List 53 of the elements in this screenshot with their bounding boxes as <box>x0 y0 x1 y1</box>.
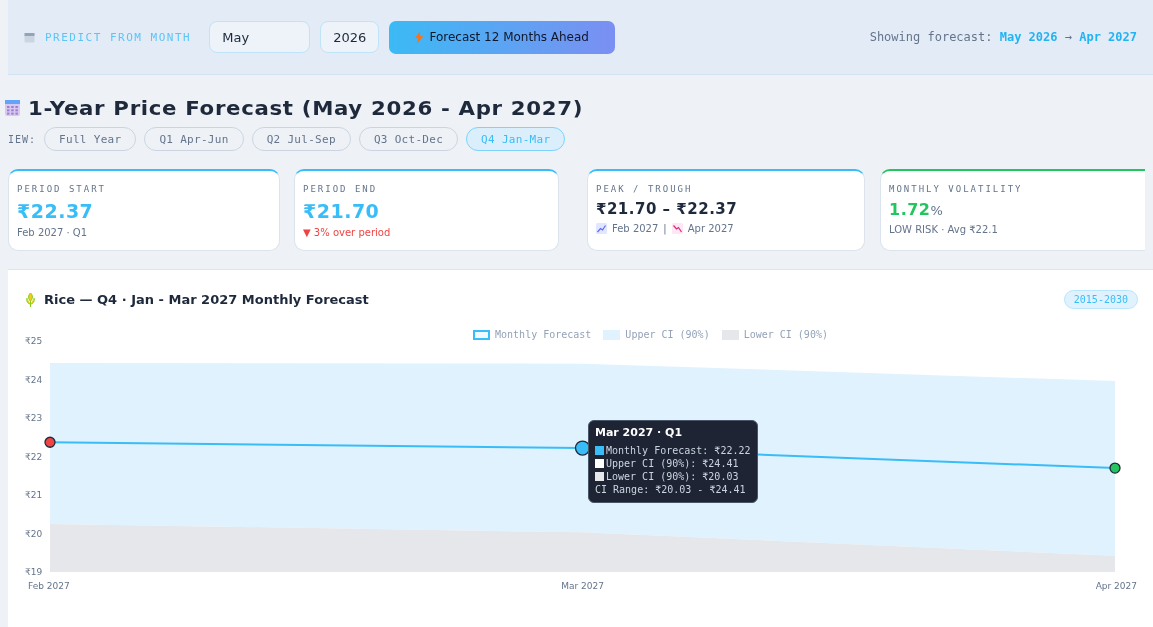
view-tab[interactable]: Full Year <box>44 127 137 151</box>
card-subtext: Feb 2027 · Q1 <box>17 227 89 238</box>
chart-title: Rice — Q4 · Jan - Mar 2027 Monthly Forecast <box>44 292 370 307</box>
predict-label: PREDICT FROM MONTH <box>45 30 192 44</box>
trough-date: Apr 2027 <box>687 223 734 234</box>
peak-date: Feb 2027 <box>612 223 659 234</box>
tooltip-text: Upper CI (90%): ₹24.41 <box>606 457 739 470</box>
calendar-icon <box>5 100 20 116</box>
lightning-icon <box>415 30 424 44</box>
legend-item[interactable]: Monthly Forecast <box>473 329 592 340</box>
view-tab[interactable]: Q3 Oct-Dec <box>358 127 459 151</box>
view-tab[interactable]: Q2 Jul-Sep <box>251 127 351 151</box>
trend-down-icon <box>671 223 683 234</box>
separator: | <box>663 223 667 234</box>
view-label: IEW: <box>8 133 37 145</box>
card-subtext: LOW RISK · Avg ₹22.1 <box>889 224 999 235</box>
x-axis-label: Feb 2027 <box>28 581 70 591</box>
data-point[interactable] <box>44 436 56 448</box>
year-range-badge: 2015-2030 <box>1063 290 1138 309</box>
card-value: ₹22.37 <box>17 200 95 222</box>
view-tab[interactable]: Q1 Apr-Jun <box>144 127 244 151</box>
card-value: ₹21.70 – ₹22.37 <box>596 200 739 218</box>
y-axis-label: ₹24 <box>25 374 43 385</box>
page-title: 1-Year Price Forecast (May 2026 - Apr 2027) <box>28 97 584 119</box>
y-axis-label: ₹20 <box>25 528 43 539</box>
y-axis-label: ₹23 <box>25 413 43 423</box>
legend-item[interactable]: Lower CI (90%) <box>721 329 828 340</box>
tooltip-text: CI Range: ₹20.03 - ₹24.41 <box>595 483 746 496</box>
tooltip-text: Lower CI (90%): ₹20.03 <box>606 470 739 483</box>
calendar-icon <box>24 31 35 43</box>
card-subtext: ▼ 3% over period <box>303 227 392 238</box>
card-label: PERIOD END <box>303 184 379 194</box>
grain-icon <box>25 292 36 307</box>
year-field[interactable]: 2026 <box>320 21 380 53</box>
month-field[interactable]: May <box>209 21 311 53</box>
tooltip-text: Monthly Forecast: ₹22.22 <box>606 444 751 457</box>
forecast-range-text: Showing forecast: May 2026 → Apr 2027 <box>869 30 1137 44</box>
card-value: 1.72% <box>889 200 945 219</box>
x-axis-label: Mar 2027 <box>561 581 604 591</box>
card-label: PEAK / TROUGH <box>596 184 694 194</box>
card-label: PERIOD START <box>17 184 108 194</box>
forecast-button[interactable]: Forecast 12 Months Ahead <box>389 20 616 54</box>
tooltip-title: Mar 2027 · Q1 <box>595 426 684 439</box>
card-value: ₹21.70 <box>303 200 381 222</box>
trend-up-icon <box>596 223 607 234</box>
y-axis-label: ₹25 <box>25 336 43 346</box>
y-axis-label: ₹19 <box>25 567 43 577</box>
y-axis-label: ₹21 <box>25 490 43 500</box>
data-point[interactable] <box>1109 462 1121 474</box>
x-axis-label: Apr 2027 <box>1095 581 1137 591</box>
card-label: MONTHLY VOLATILITY <box>889 184 1024 194</box>
legend-item[interactable]: Upper CI (90%) <box>603 329 710 340</box>
y-axis-label: ₹22 <box>25 451 43 462</box>
